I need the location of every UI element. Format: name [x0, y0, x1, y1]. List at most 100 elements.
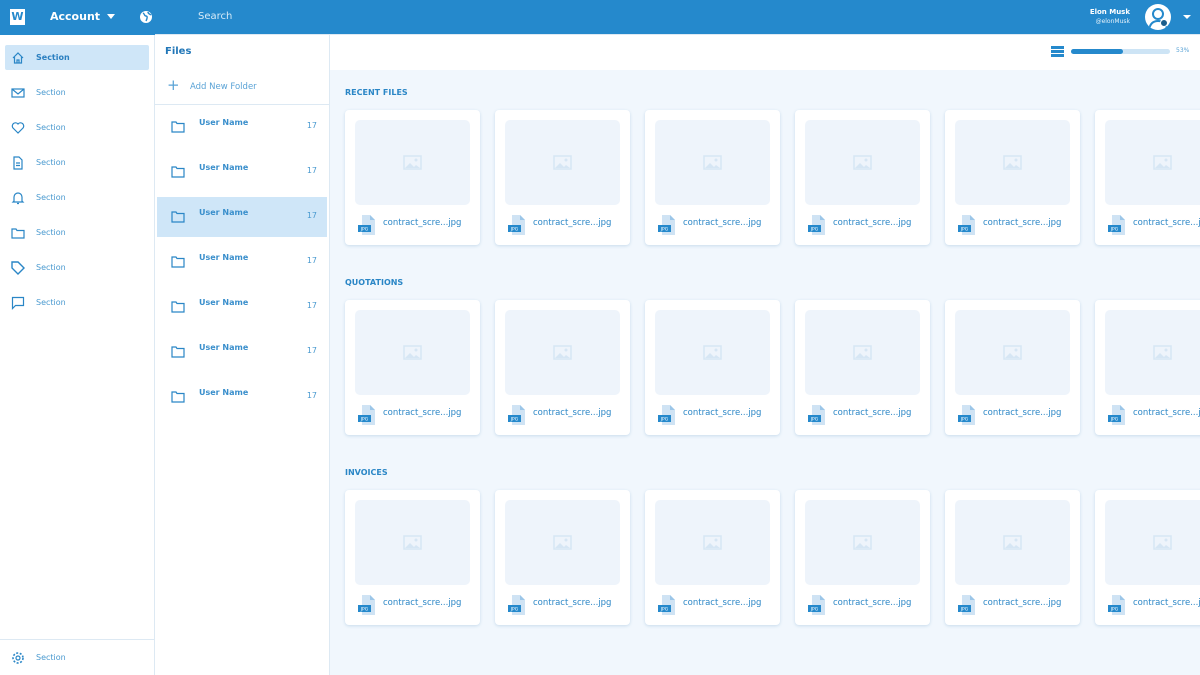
file-card[interactable]: JPG contract_scre...jpg	[945, 110, 1080, 245]
jpg-file-icon: JPG	[1108, 215, 1125, 235]
file-card[interactable]: JPG contract_scre...jpg	[795, 490, 930, 625]
sidebar-item-4[interactable]: Section	[5, 185, 149, 210]
chevron-down-icon[interactable]	[107, 14, 115, 19]
image-icon	[403, 535, 422, 550]
file-card[interactable]: JPG contract_scre...jpg	[1095, 490, 1200, 625]
jpg-file-icon: JPG	[358, 595, 375, 615]
home-icon	[12, 51, 24, 64]
thumbnail	[955, 310, 1070, 395]
folder-icon	[171, 211, 185, 223]
sidebar-item-5[interactable]: Section	[5, 220, 149, 245]
folder-count: 17	[306, 166, 317, 175]
svg-text:JPG: JPG	[1110, 607, 1119, 613]
file-card[interactable]: JPG contract_scre...jpg	[345, 110, 480, 245]
section-title: QUOTATIONS	[345, 278, 404, 287]
folder-item[interactable]: User Name 17	[157, 377, 327, 417]
sidebar-item-7[interactable]: Section	[5, 290, 149, 315]
sidebar-item-2[interactable]: Section	[5, 115, 149, 140]
svg-text:JPG: JPG	[960, 607, 969, 613]
sidebar-item-label: Section	[36, 228, 66, 237]
document-icon	[13, 155, 23, 170]
sidebar-item-settings[interactable]: Section	[5, 645, 149, 670]
image-icon	[1003, 535, 1022, 550]
file-card[interactable]: JPG contract_scre...jpg	[645, 110, 780, 245]
sidebar-item-0[interactable]: Section	[5, 45, 149, 70]
file-name: contract_scre...jpg	[1133, 598, 1200, 608]
image-icon	[403, 155, 422, 170]
file-card[interactable]: JPG contract_scre...jpg	[495, 300, 630, 435]
sidebar-item-6[interactable]: Section	[5, 255, 149, 280]
file-card[interactable]: JPG contract_scre...jpg	[645, 300, 780, 435]
jpg-file-icon: JPG	[508, 215, 525, 235]
folder-item[interactable]: User Name 17	[157, 242, 327, 282]
sidebar-item-label: Section	[36, 53, 70, 62]
file-card[interactable]: JPG contract_scre...jpg	[345, 490, 480, 625]
file-name: contract_scre...jpg	[683, 408, 762, 418]
thumbnail	[505, 500, 620, 585]
mail-icon	[11, 87, 25, 98]
jpg-file-icon: JPG	[958, 215, 975, 235]
sidebar-item-1[interactable]: Section	[5, 80, 149, 105]
plus-icon: +	[167, 76, 180, 94]
sidebar-item-label: Section	[36, 298, 66, 307]
section-title: INVOICES	[345, 468, 388, 477]
file-card[interactable]: JPG contract_scre...jpg	[945, 490, 1080, 625]
thumbnail	[355, 120, 470, 205]
folder-item[interactable]: User Name 17	[157, 152, 327, 192]
jpg-file-icon: JPG	[958, 405, 975, 425]
file-card[interactable]: JPG contract_scre...jpg	[1095, 300, 1200, 435]
avatar[interactable]	[1145, 4, 1171, 30]
thumbnail	[1105, 310, 1200, 395]
folder-name: User Name	[199, 118, 249, 127]
app-logo[interactable]: W	[10, 9, 25, 25]
user-menu-chevron-icon[interactable]	[1183, 15, 1191, 19]
jpg-file-icon: JPG	[658, 405, 675, 425]
file-card[interactable]: JPG contract_scre...jpg	[495, 110, 630, 245]
image-icon	[1153, 155, 1172, 170]
file-card[interactable]: JPG contract_scre...jpg	[795, 110, 930, 245]
globe-icon[interactable]	[139, 10, 153, 24]
user-handle: @elonMusk	[1095, 18, 1130, 25]
file-card[interactable]: JPG contract_scre...jpg	[1095, 110, 1200, 245]
file-card[interactable]: JPG contract_scre...jpg	[645, 490, 780, 625]
file-card[interactable]: JPG contract_scre...jpg	[945, 300, 1080, 435]
thumbnail	[355, 310, 470, 395]
bell-icon	[11, 191, 25, 204]
folder-item[interactable]: User Name 17	[157, 332, 327, 372]
svg-text:JPG: JPG	[660, 417, 669, 423]
folder-icon	[171, 121, 185, 133]
folder-item[interactable]: User Name 17	[157, 107, 327, 147]
file-name: contract_scre...jpg	[983, 218, 1062, 228]
gear-icon	[12, 651, 24, 664]
svg-text:JPG: JPG	[360, 607, 369, 613]
account-menu[interactable]: Account	[50, 10, 100, 23]
svg-text:JPG: JPG	[510, 227, 519, 233]
folder-name: User Name	[199, 388, 249, 397]
file-name: contract_scre...jpg	[983, 598, 1062, 608]
add-folder-button[interactable]: + Add New Folder	[155, 70, 329, 105]
thumbnail	[805, 500, 920, 585]
sidebar-item-label: Section	[36, 158, 66, 167]
folder-item[interactable]: User Name 17	[157, 287, 327, 327]
folder-item[interactable]: User Name 17	[157, 197, 327, 237]
file-name: contract_scre...jpg	[683, 598, 762, 608]
file-card[interactable]: JPG contract_scre...jpg	[345, 300, 480, 435]
sidebar-item-label: Section	[36, 193, 66, 202]
file-name: contract_scre...jpg	[683, 218, 762, 228]
jpg-file-icon: JPG	[658, 215, 675, 235]
search-input[interactable]: Search	[198, 11, 232, 22]
user-name: Elon Musk	[1089, 8, 1130, 16]
file-card[interactable]: JPG contract_scre...jpg	[795, 300, 930, 435]
file-name: contract_scre...jpg	[533, 598, 612, 608]
image-icon	[853, 535, 872, 550]
file-name: contract_scre...jpg	[383, 598, 462, 608]
sidebar-item-3[interactable]: Section	[5, 150, 149, 175]
folder-icon	[171, 166, 185, 178]
file-card[interactable]: JPG contract_scre...jpg	[495, 490, 630, 625]
image-icon	[703, 155, 722, 170]
svg-text:JPG: JPG	[960, 417, 969, 423]
jpg-file-icon: JPG	[808, 595, 825, 615]
thumbnail	[955, 500, 1070, 585]
thumbnail	[805, 310, 920, 395]
image-icon	[1003, 345, 1022, 360]
